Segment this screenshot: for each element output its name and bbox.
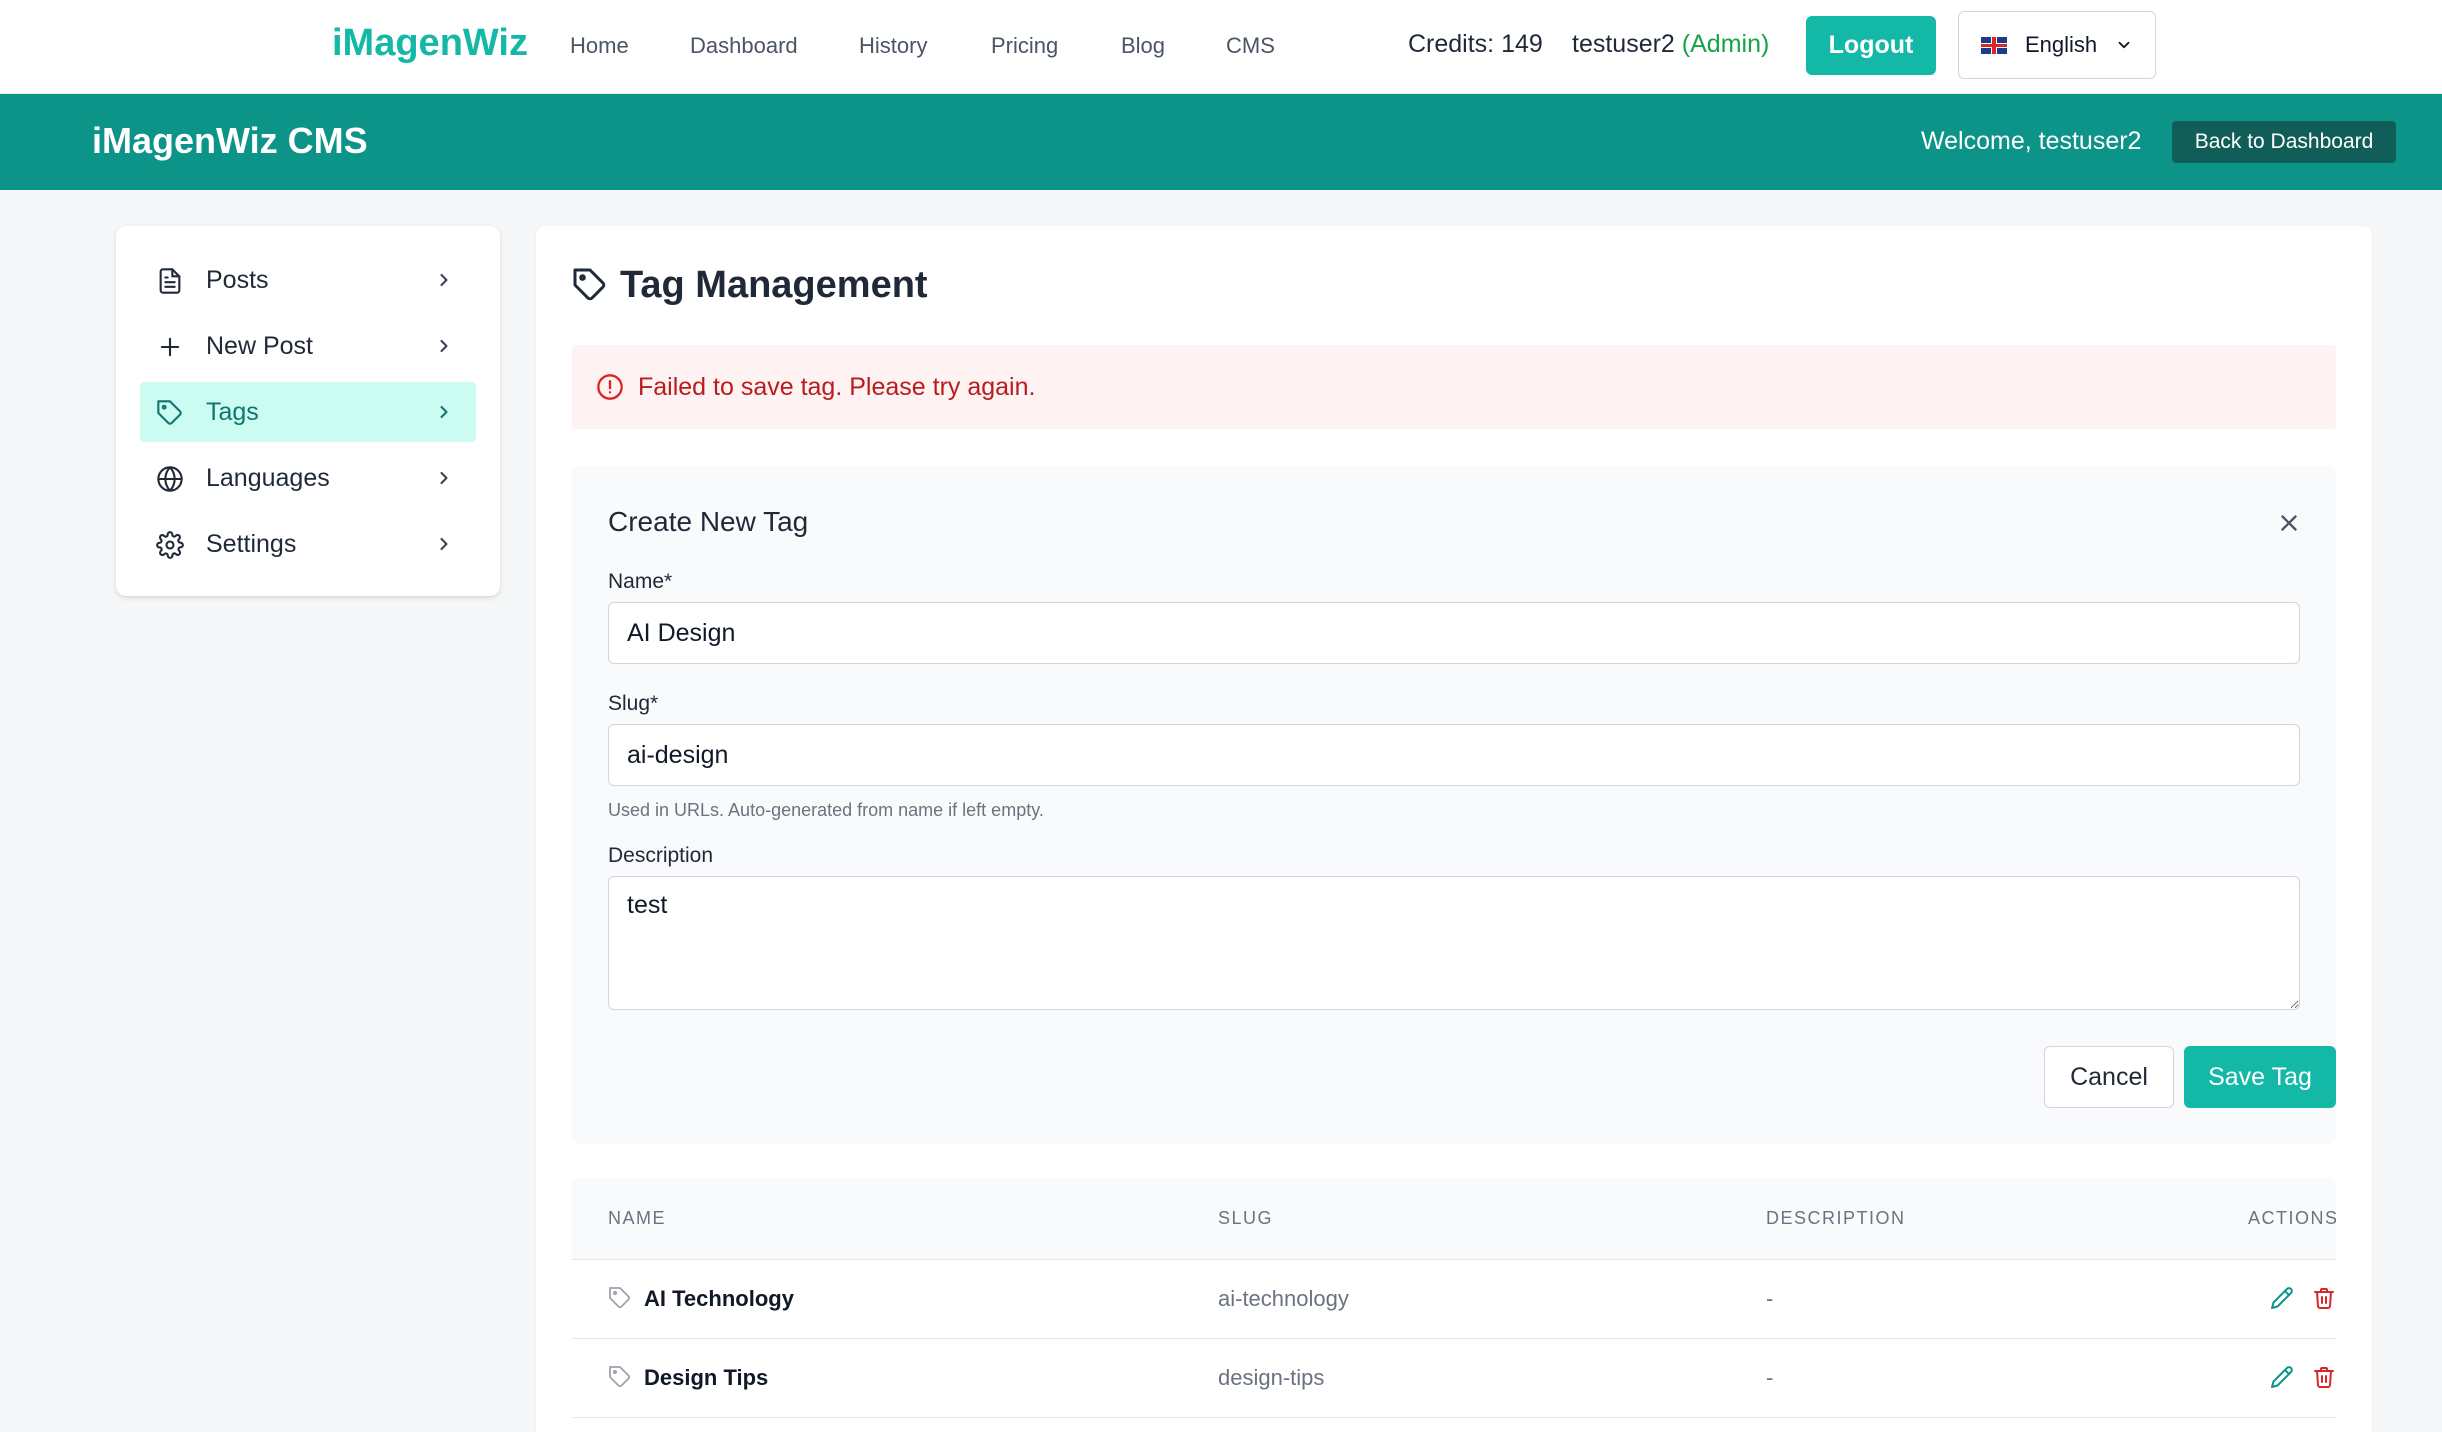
- sidebar-item-label: Languages: [206, 464, 330, 492]
- uk-flag-icon: [1981, 36, 2007, 54]
- table-header: NAME SLUG DESCRIPTION ACTIONS: [572, 1178, 2336, 1260]
- nav-link-history[interactable]: History: [859, 33, 927, 59]
- description-label: Description: [608, 844, 714, 867]
- user-role: (Admin): [1681, 30, 1770, 58]
- user-display: testuser2 (Admin): [1572, 30, 1769, 59]
- create-tag-form: Create New Tag Name* Slug* Used in URLs.…: [572, 466, 2336, 1144]
- sidebar-item-new-post[interactable]: New Post: [140, 316, 476, 376]
- column-header-description: DESCRIPTION: [1766, 1208, 1906, 1228]
- chevron-down-icon: [2118, 41, 2130, 49]
- document-icon: [159, 268, 181, 294]
- chevron-right-icon: [440, 537, 448, 551]
- plus-icon: [160, 337, 180, 357]
- table-row: AI Technology ai-technology -: [572, 1260, 2336, 1339]
- logout-button[interactable]: Logout: [1806, 16, 1936, 75]
- tag-slug: ai-technology: [1218, 1286, 1349, 1311]
- cancel-button[interactable]: Cancel: [2044, 1046, 2174, 1108]
- brand-logo[interactable]: iMagenWiz: [332, 22, 528, 65]
- top-navbar: iMagenWiz Home Dashboard History Pricing…: [0, 0, 2442, 94]
- sidebar-item-settings[interactable]: Settings: [140, 514, 476, 574]
- tag-icon: [573, 268, 606, 301]
- tag-icon: [609, 1366, 631, 1388]
- close-icon[interactable]: [2276, 510, 2302, 536]
- chevron-right-icon: [440, 405, 448, 419]
- column-header-slug: SLUG: [1218, 1208, 1274, 1228]
- name-label: Name*: [608, 570, 673, 593]
- sidebar-item-tags[interactable]: Tags: [140, 382, 476, 442]
- error-message: Failed to save tag. Please try again.: [638, 373, 1036, 401]
- nav-link-cms[interactable]: CMS: [1226, 33, 1275, 59]
- nav-link-pricing[interactable]: Pricing: [991, 33, 1058, 59]
- tag-icon: [157, 400, 182, 425]
- language-label: English: [2025, 32, 2098, 57]
- welcome-text: Welcome, testuser2: [1921, 127, 2142, 155]
- tag-description: -: [1766, 1286, 1774, 1311]
- nav-link-home[interactable]: Home: [570, 33, 629, 59]
- slug-input[interactable]: [608, 724, 2300, 786]
- column-header-actions: ACTIONS: [2248, 1208, 2336, 1228]
- slug-hint: Used in URLs. Auto-generated from name i…: [608, 800, 1044, 820]
- gear-icon: [156, 531, 184, 559]
- username: testuser2: [1572, 30, 1675, 58]
- name-input[interactable]: [608, 602, 2300, 664]
- slug-label: Slug*: [608, 692, 659, 715]
- sidebar-item-posts[interactable]: Posts: [140, 250, 476, 310]
- tag-name: AI Technology: [644, 1286, 794, 1311]
- chevron-right-icon: [440, 471, 448, 485]
- chevron-right-icon: [440, 339, 448, 353]
- save-tag-button[interactable]: Save Tag: [2184, 1046, 2336, 1108]
- trash-icon[interactable]: [2312, 1365, 2336, 1389]
- globe-icon: [157, 466, 183, 492]
- form-title: Create New Tag: [608, 506, 809, 537]
- trash-icon[interactable]: [2312, 1286, 2336, 1310]
- edit-icon[interactable]: [2270, 1365, 2294, 1389]
- cms-header: iMagenWiz CMS Welcome, testuser2 Back to…: [0, 94, 2442, 190]
- tag-description: -: [1766, 1365, 1774, 1390]
- column-header-name: NAME: [608, 1208, 667, 1228]
- back-to-dashboard-button[interactable]: Back to Dashboard: [2172, 121, 2396, 163]
- tag-name: Design Tips: [644, 1365, 769, 1390]
- tag-icon: [609, 1287, 631, 1309]
- chevron-right-icon: [440, 273, 448, 287]
- credits-display: Credits: 149: [1408, 30, 1543, 58]
- language-select[interactable]: English: [1958, 11, 2156, 79]
- main-panel: Tag Management Failed to save tag. Pleas…: [536, 226, 2372, 1432]
- sidebar-item-label: New Post: [206, 332, 313, 360]
- error-alert: Failed to save tag. Please try again.: [572, 345, 2336, 429]
- sidebar-item-label: Settings: [206, 530, 297, 558]
- edit-icon[interactable]: [2270, 1286, 2294, 1310]
- nav-link-dashboard[interactable]: Dashboard: [690, 33, 798, 59]
- table-row: Design Tips design-tips -: [572, 1339, 2336, 1418]
- cms-sidebar: Posts New Post Tags Languages Settings: [116, 226, 500, 596]
- tags-table: NAME SLUG DESCRIPTION ACTIONS AI Technol…: [572, 1178, 2336, 1432]
- page-title: Tag Management: [620, 264, 928, 306]
- nav-link-blog[interactable]: Blog: [1121, 33, 1165, 59]
- sidebar-item-languages[interactable]: Languages: [140, 448, 476, 508]
- alert-circle-icon: [597, 374, 623, 400]
- sidebar-item-label: Posts: [206, 266, 269, 294]
- cms-title: iMagenWiz CMS: [92, 120, 368, 161]
- tag-slug: design-tips: [1218, 1365, 1325, 1390]
- sidebar-item-label: Tags: [206, 398, 259, 426]
- description-textarea[interactable]: test: [608, 876, 2300, 1010]
